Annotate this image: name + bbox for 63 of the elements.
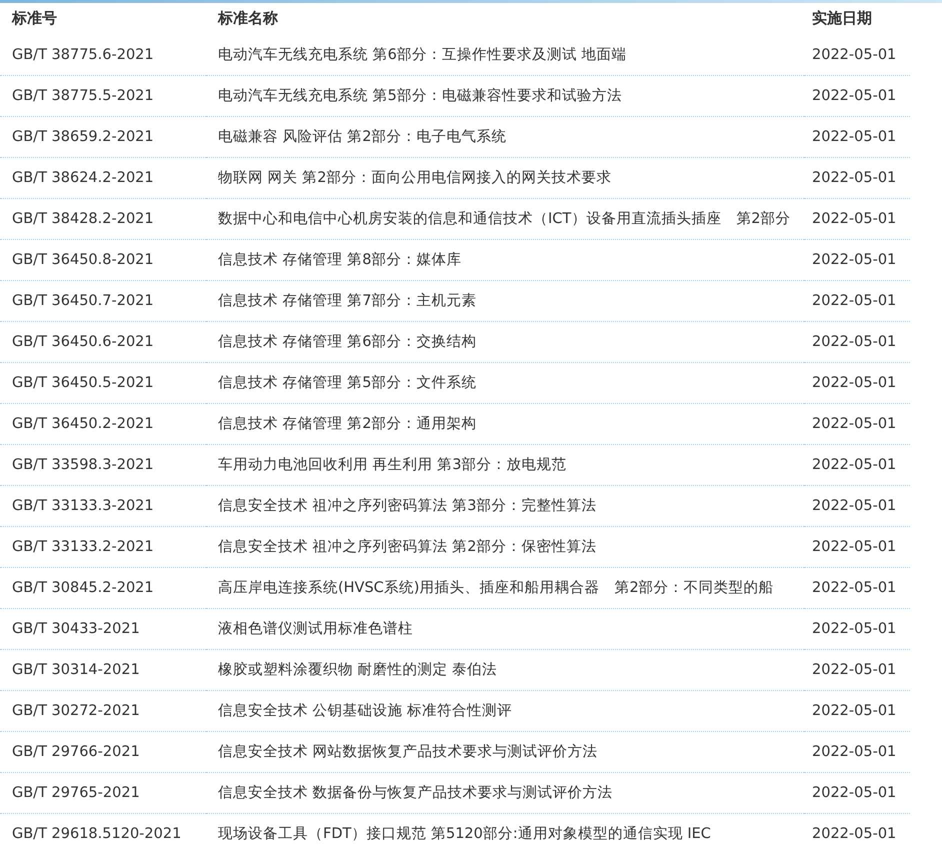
table-cell: 信息安全技术 祖冲之序列密码算法 第3部分：完整性算法 xyxy=(206,486,804,527)
table-cell: 2022-05-01 xyxy=(804,281,910,322)
table-cell: 2022-05-01 xyxy=(804,322,910,363)
table-cell: GB/T 33133.3-2021 xyxy=(0,486,206,527)
table-cell: 信息安全技术 公钥基础设施 标准符合性测评 xyxy=(206,691,804,732)
table-cell: 橡胶或塑料涂覆织物 耐磨性的测定 泰伯法 xyxy=(206,650,804,691)
table-cell: GB/T 30845.2-2021 xyxy=(0,568,206,609)
table-cell: 2022-05-01 xyxy=(804,527,910,568)
table-cell: 2022-05-01 xyxy=(804,76,910,117)
table-cell: GB/T 38659.2-2021 xyxy=(0,117,206,158)
table-cell: 电动汽车无线充电系统 第5部分：电磁兼容性要求和试验方法 xyxy=(206,76,804,117)
table-cell: GB/T 30272-2021 xyxy=(0,691,206,732)
table-cell: GB/T 33133.2-2021 xyxy=(0,527,206,568)
table-cell: GB/T 29618.5120-2021 xyxy=(0,814,206,853)
table-cell: 2022-05-01 xyxy=(804,486,910,527)
table-cell: 信息技术 存储管理 第8部分：媒体库 xyxy=(206,240,804,281)
table-cell: 信息技术 存储管理 第2部分：通用架构 xyxy=(206,404,804,445)
table-cell: 现场设备工具（FDT）接口规范 第5120部分:通用对象模型的通信实现 IEC xyxy=(206,814,804,853)
table-cell: 2022-05-01 xyxy=(804,404,910,445)
table-cell: 2022-05-01 xyxy=(804,199,910,240)
table-cell: 信息安全技术 祖冲之序列密码算法 第2部分：保密性算法 xyxy=(206,527,804,568)
table-cell: 液相色谱仪测试用标准色谱柱 xyxy=(206,609,804,650)
table-cell: 2022-05-01 xyxy=(804,35,910,76)
table-cell: 2022-05-01 xyxy=(804,814,910,853)
table-cell: GB/T 29765-2021 xyxy=(0,773,206,814)
table-cell: GB/T 36450.7-2021 xyxy=(0,281,206,322)
table-cell: 高压岸电连接系统(HVSC系统)用插头、插座和船用耦合器 第2部分：不同类型的船 xyxy=(206,568,804,609)
table-cell: 数据中心和电信中心机房安装的信息和通信技术（ICT）设备用直流插头插座 第2部分 xyxy=(206,199,804,240)
table-cell: 2022-05-01 xyxy=(804,691,910,732)
table-cell: GB/T 36450.6-2021 xyxy=(0,322,206,363)
table-cell: GB/T 38624.2-2021 xyxy=(0,158,206,199)
table-cell: 2022-05-01 xyxy=(804,158,910,199)
table-cell: GB/T 30314-2021 xyxy=(0,650,206,691)
table-cell: 2022-05-01 xyxy=(804,609,910,650)
column-header: 标准号 xyxy=(10,8,58,29)
table-cell: GB/T 36450.2-2021 xyxy=(0,404,206,445)
table-cell: 物联网 网关 第2部分：面向公用电信网接入的网关技术要求 xyxy=(206,158,804,199)
column-header: 实施日期 xyxy=(811,8,873,29)
table-cell: 信息安全技术 数据备份与恢复产品技术要求与测试评价方法 xyxy=(206,773,804,814)
table-cell: GB/T 38775.5-2021 xyxy=(0,76,206,117)
table-cell: 2022-05-01 xyxy=(804,568,910,609)
table-cell: 2022-05-01 xyxy=(804,240,910,281)
table-cell: GB/T 36450.5-2021 xyxy=(0,363,206,404)
table-cell: GB/T 38775.6-2021 xyxy=(0,35,206,76)
table-cell: 电磁兼容 风险评估 第2部分：电子电气系统 xyxy=(206,117,804,158)
table-cell: 2022-05-01 xyxy=(804,363,910,404)
table-cell: GB/T 33598.3-2021 xyxy=(0,445,206,486)
table-cell: 信息技术 存储管理 第5部分：文件系统 xyxy=(206,363,804,404)
column-header: 标准名称 xyxy=(216,8,279,29)
table-cell: 信息技术 存储管理 第6部分：交换结构 xyxy=(206,322,804,363)
table-cell: 2022-05-01 xyxy=(804,117,910,158)
table-cell: GB/T 30433-2021 xyxy=(0,609,206,650)
table-cell: 2022-05-01 xyxy=(804,732,910,773)
table-cell: 2022-05-01 xyxy=(804,773,910,814)
table-cell: 2022-05-01 xyxy=(804,445,910,486)
table-cell: 电动汽车无线充电系统 第6部分：互操作性要求及测试 地面端 xyxy=(206,35,804,76)
table-cell: 2022-05-01 xyxy=(804,650,910,691)
table-cell: 车用动力电池回收利用 再生利用 第3部分：放电规范 xyxy=(206,445,804,486)
table-cell: 信息安全技术 网站数据恢复产品技术要求与测试评价方法 xyxy=(206,732,804,773)
table-cell: GB/T 36450.8-2021 xyxy=(0,240,206,281)
table-cell: GB/T 29766-2021 xyxy=(0,732,206,773)
table-cell: GB/T 38428.2-2021 xyxy=(0,199,206,240)
table-cell: 信息技术 存储管理 第7部分：主机元素 xyxy=(206,281,804,322)
